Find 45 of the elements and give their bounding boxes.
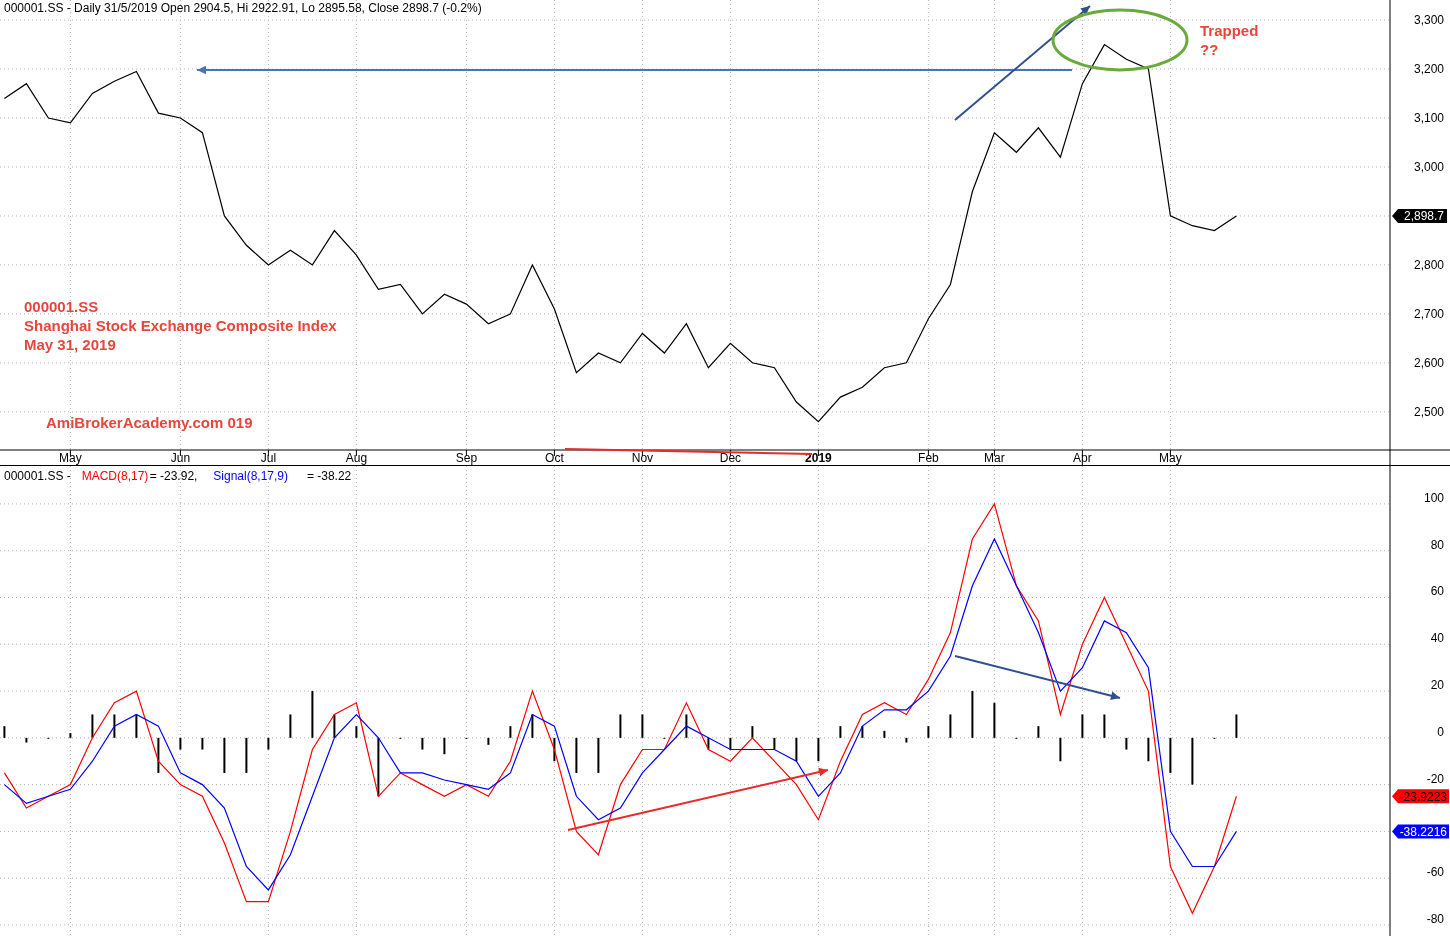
trapped-note: Trapped: [1200, 22, 1259, 39]
legend-value: = -38.22: [306, 469, 352, 483]
axis-label: 3,100: [1413, 111, 1444, 125]
axis-label: 60: [1430, 584, 1444, 599]
value-tag: -38.2216: [1392, 824, 1449, 840]
axis-label: 2,500: [1413, 404, 1444, 419]
axis-label: May: [59, 451, 82, 465]
price-value-tag: 2,898.7: [1392, 208, 1447, 223]
date-note: May 31, 2019: [24, 336, 116, 353]
axis-label: 2019: [805, 451, 832, 465]
axis-label: -60: [1426, 865, 1444, 880]
axis-label: Feb: [918, 451, 939, 465]
axis-label: May: [1159, 451, 1182, 465]
index-name-note: Shanghai Stock Exchange Composite Index: [24, 317, 337, 334]
axis-label: Oct: [545, 451, 564, 465]
axis-label: 0: [1437, 724, 1444, 739]
axis-label: 3,200: [1413, 62, 1444, 77]
axis-label: Sep: [455, 451, 478, 465]
axis-label: Jul: [260, 451, 277, 465]
website-note: AmiBrokerAcademy.com 019: [46, 414, 253, 431]
legend-label: Signal(8,17,9): [213, 469, 288, 483]
axis-label: 80: [1430, 537, 1444, 552]
legend-label: MACD(8,17): [81, 469, 149, 483]
axis-label: -80: [1426, 912, 1444, 926]
chart-legend: 000001.SS - Daily 31/5/2019 Open 2904.5, Hi 2922.91, Lo 2895.58, Close 2898.7 (-0.2%): [4, 1, 482, 15]
axis-label: 2,700: [1413, 306, 1444, 321]
axis-label: 2,800: [1413, 257, 1444, 272]
axis-label: Jun: [170, 451, 191, 465]
axis-label: 3,300: [1413, 13, 1444, 28]
axis-label: 20: [1430, 678, 1444, 693]
axis-label: 2,600: [1413, 355, 1444, 370]
axis-label: -20: [1426, 771, 1444, 786]
question-note: ??: [1200, 41, 1219, 58]
axis-label: 3,000: [1413, 159, 1444, 174]
legend-ticker: 000001.SS -: [4, 469, 71, 483]
axis-label: 40: [1430, 631, 1444, 646]
axis-label: Dec: [719, 451, 742, 465]
legend-value: = -23.92,: [149, 469, 198, 483]
axis-label: Aug: [345, 451, 368, 465]
value-tag: -23.9223: [1392, 789, 1449, 805]
axis-label: Nov: [631, 451, 654, 465]
axis-label: Mar: [984, 451, 1005, 465]
axis-label: 100: [1423, 490, 1444, 505]
ticker-note: 000001.SS: [24, 298, 99, 315]
axis-label: Apr: [1073, 451, 1092, 465]
